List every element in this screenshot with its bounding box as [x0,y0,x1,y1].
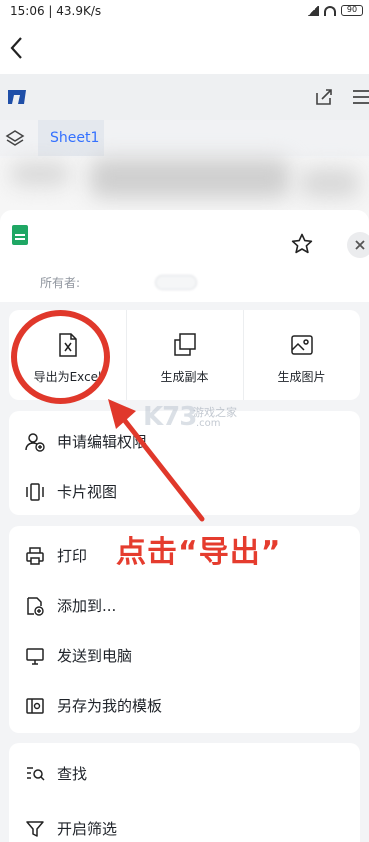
menu-item-label: 添加到... [57,597,117,615]
card-view-icon [26,483,44,501]
owner-label: 所有者: [40,276,81,290]
sheet-tab-bar: Sheet1 [0,120,369,156]
back-arrow-icon[interactable] [6,34,30,62]
menu-item-filter[interactable]: 开启筛选 [9,809,360,842]
make-copy-button[interactable]: 生成副本 [126,310,243,400]
signal-icon [307,5,319,16]
menu-item-label: 发送到电脑 [57,647,133,665]
blurred-cell [300,168,360,198]
document-background: Sheet1 [0,74,369,224]
watermark-domain: .com [196,418,221,429]
filter-icon [26,821,44,837]
doc-toolbar [0,74,369,120]
blurred-cell [90,158,290,198]
menu-icon[interactable] [352,88,369,106]
template-icon [26,698,44,714]
add-to-icon [27,597,44,616]
make-copy-label: 生成副本 [160,370,209,384]
menu-item-send-to-pc[interactable]: 发送到电脑 [9,636,360,676]
spreadsheet-file-icon [12,225,28,245]
search-list-icon [27,767,45,781]
menu-item-label: 开启筛选 [57,820,118,838]
make-image-button[interactable]: 生成图片 [243,310,360,400]
sheet-header: 所有者: [0,210,369,302]
menu-item-label: 查找 [57,765,88,783]
menu-item-find[interactable]: 查找 [9,754,360,794]
user-add-icon [25,433,45,452]
wifi-icon [324,5,336,16]
image-icon [291,335,313,355]
menu-item-label: 打印 [57,547,88,565]
menu-item-add-to[interactable]: 添加到... [9,586,360,626]
layers-icon[interactable] [5,128,25,148]
blurred-cell [10,162,70,186]
battery-icon: 90 [341,5,363,16]
monitor-icon [26,648,44,665]
annotation-text: 点击“导出” [116,535,282,570]
status-time-speed: 15:06 | 43.9K/s [10,4,102,18]
tab-sheet1[interactable]: Sheet1 [38,120,104,156]
status-bar: 15:06 | 43.9K/s 90 [0,0,369,22]
share-icon[interactable] [314,87,334,107]
menu-group-3: 查找 开启筛选 [9,743,360,842]
owner-tag [155,275,197,290]
status-indicators: 90 [307,5,363,16]
annotation-circle [11,310,110,404]
app-logo-icon [8,90,26,104]
menu-item-label: 另存为我的模板 [57,697,163,715]
star-icon[interactable] [290,232,314,256]
close-icon[interactable] [347,232,369,258]
menu-item-save-template[interactable]: 另存为我的模板 [9,686,360,726]
make-image-label: 生成图片 [277,370,326,384]
watermark-brand: K73 [143,402,197,432]
action-sheet: 所有者: 导出为Excel 生成副本 生成图片 申请编辑权限 卡片视图 打印 添… [0,210,369,842]
printer-icon [26,547,44,565]
app-bar [0,22,369,74]
copy-icon [174,333,196,356]
